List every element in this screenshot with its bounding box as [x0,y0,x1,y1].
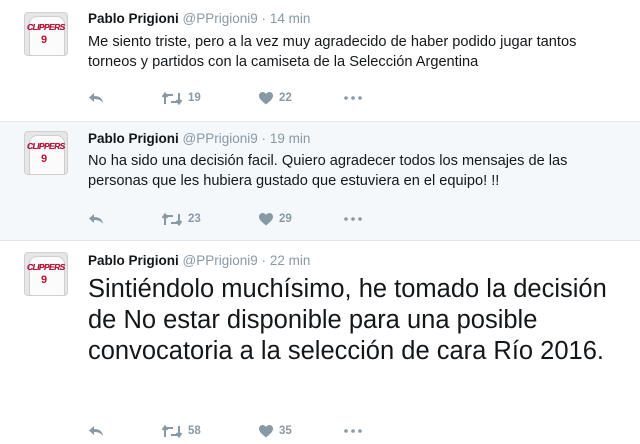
avatar-number: 9 [40,34,48,46]
retweet-button[interactable]: 58 [162,422,201,440]
avatar-wordmark: CLIPPERS [27,141,65,151]
retweet-icon [162,212,182,226]
reply-icon [89,93,103,103]
avatar-number: 9 [40,153,48,165]
retweet-count: 58 [188,425,201,437]
tweet-timestamp[interactable]: 14 min [270,11,311,26]
reply-button[interactable] [88,89,104,107]
author-handle[interactable]: @PPrigioni9 [183,131,258,146]
heart-icon [259,91,273,104]
like-count: 29 [279,213,292,225]
reply-icon [89,214,103,224]
tweet-2[interactable]: CLIPPERS 9 Pablo Prigioni @PPrigioni9 · … [0,122,640,240]
like-button[interactable]: 22 [259,89,292,107]
author-name[interactable]: Pablo Prigioni [88,131,179,146]
more-dots-icon [344,96,362,100]
heart-icon [259,424,273,437]
tweet-text: Me siento triste, pero a la vez muy agra… [88,34,577,70]
retweet-icon [162,91,182,105]
avatar[interactable]: CLIPPERS 9 [24,12,68,56]
like-button[interactable]: 29 [259,210,292,228]
reply-button[interactable] [88,422,104,440]
author-name[interactable]: Pablo Prigioni [88,253,179,268]
reply-button[interactable] [88,210,104,228]
like-count: 35 [279,425,292,437]
more-dots-icon [344,429,362,433]
tweet-header: Pablo Prigioni @PPrigioni9 · 19 min [88,131,310,146]
more-button[interactable] [344,210,362,228]
more-button[interactable] [344,422,362,440]
author-handle[interactable]: @PPrigioni9 [183,253,258,268]
more-button[interactable] [344,89,362,107]
tweet-text: No ha sido una decisión facil. Quiero ag… [88,153,568,189]
avatar[interactable]: CLIPPERS 9 [24,252,68,296]
like-count: 22 [279,92,292,104]
tweet-1[interactable]: CLIPPERS 9 Pablo Prigioni @PPrigioni9 · … [0,0,640,121]
retweet-button[interactable]: 19 [162,89,201,107]
tweet-header: Pablo Prigioni @PPrigioni9 · 14 min [88,11,310,26]
tweet-3[interactable]: CLIPPERS 9 Pablo Prigioni @PPrigioni9 · … [0,241,640,444]
more-dots-icon [344,217,362,221]
avatar-wordmark: CLIPPERS [27,22,65,32]
retweet-count: 23 [188,213,201,225]
retweet-icon [162,424,182,438]
tweet-header: Pablo Prigioni @PPrigioni9 · 22 min [88,253,310,268]
retweet-button[interactable]: 23 [162,210,201,228]
tweet-timestamp[interactable]: 19 min [270,131,311,146]
header-separator: · [261,131,267,146]
avatar-number: 9 [40,274,48,286]
retweet-count: 19 [188,92,201,104]
header-separator: · [261,11,267,26]
like-button[interactable]: 35 [259,422,292,440]
tweet-timestamp[interactable]: 22 min [270,253,311,268]
author-name[interactable]: Pablo Prigioni [88,11,179,26]
reply-icon [89,426,103,436]
avatar-wordmark: CLIPPERS [27,262,65,272]
heart-icon [259,212,273,225]
header-separator: · [261,253,267,268]
tweet-text: Sintiéndolo muchísimo, he tomado la deci… [88,275,607,365]
author-handle[interactable]: @PPrigioni9 [183,11,258,26]
avatar[interactable]: CLIPPERS 9 [24,131,68,175]
